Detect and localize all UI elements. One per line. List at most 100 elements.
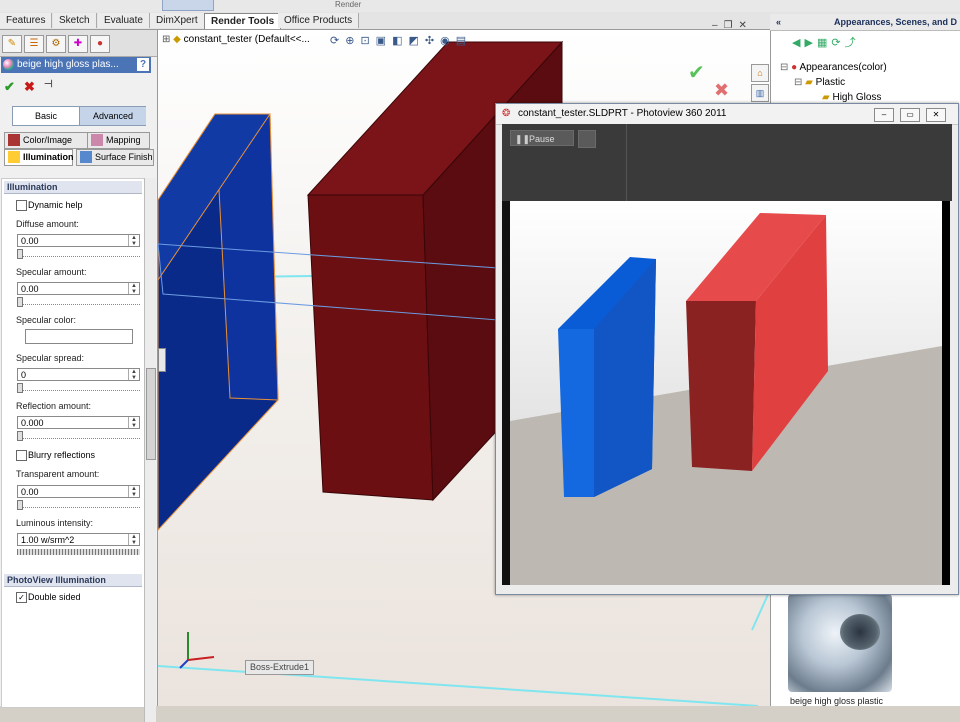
viewport-close-icon[interactable]: ✕ — [739, 20, 753, 31]
tab-color-image-label: Color/Image — [23, 135, 73, 145]
display-style-icon[interactable]: ◧ — [392, 35, 408, 47]
tree-item-plastic[interactable]: ⊟ ▰ Plastic — [794, 77, 845, 88]
transparent-input[interactable]: 0.00 ▲ ▼ — [17, 485, 140, 498]
reflection-input[interactable]: 0.000 ▲ ▼ — [17, 416, 140, 429]
photoview-toolbar-area: ❚❚ Pause — [502, 124, 952, 201]
specular-slider-handle[interactable] — [17, 297, 23, 307]
reflection-slider[interactable] — [17, 431, 140, 441]
viewport-minimize-icon[interactable]: – — [712, 20, 724, 31]
diffuse-slider[interactable] — [17, 249, 140, 259]
close-button[interactable]: ✕ — [926, 108, 946, 122]
collapse-pane-icon[interactable]: « — [776, 14, 781, 30]
add-folder-icon[interactable]: ▦ — [817, 37, 831, 49]
tab-dimxpert[interactable]: DimXpert — [150, 13, 205, 28]
pushpin-icon[interactable]: ⊣ — [44, 79, 53, 90]
specular-spinner[interactable]: ▲ ▼ — [128, 283, 139, 295]
tab-mapping[interactable]: Mapping — [87, 132, 150, 149]
specular-color-swatch[interactable] — [25, 329, 133, 344]
group-photoview-illumination[interactable]: PhotoView Illumination — [4, 574, 142, 587]
specular-spread-slider-handle[interactable] — [17, 383, 23, 393]
ok-check-icon[interactable]: ✔ — [4, 79, 15, 95]
transparent-spinner[interactable]: ▲ ▼ — [128, 486, 139, 498]
help-button[interactable]: ? — [137, 58, 149, 71]
tab-illumination[interactable]: Illumination — [4, 149, 74, 166]
transparent-slider[interactable] — [17, 500, 140, 510]
hide-show-icon[interactable]: ✣ — [425, 35, 440, 47]
specular-spread-value: 0 — [21, 370, 27, 380]
back-icon[interactable]: ◀ — [792, 37, 804, 49]
luminous-input[interactable]: 1.00 w/srm^2 ▲ ▼ — [17, 533, 140, 546]
tab-evaluate[interactable]: Evaluate — [98, 13, 150, 28]
property-manager-icon[interactable]: ☰ — [24, 35, 44, 53]
rotate-icon[interactable]: ⟳ — [330, 35, 345, 47]
diffuse-input[interactable]: 0.00 ▲ ▼ — [17, 234, 140, 247]
folder-icon-gloss: ▰ — [822, 92, 830, 103]
dimxpert-icon[interactable]: ✚ — [68, 35, 88, 53]
appearance-preview-sphere[interactable] — [788, 594, 892, 692]
tree-collapse-icon[interactable]: ⊟ — [780, 62, 788, 73]
reflection-spinner[interactable]: ▲ ▼ — [128, 417, 139, 429]
tree-item-appearances[interactable]: ⊟ ● Appearances(color) — [780, 62, 887, 73]
basic-button[interactable]: Basic — [13, 107, 79, 125]
zoom-icon[interactable]: ⊕ — [345, 35, 360, 47]
expand-icon[interactable]: ⊞ — [162, 34, 170, 45]
zoom-area-icon[interactable]: ⊡ — [360, 35, 375, 47]
photoview-window[interactable]: ❂ constant_tester.SLDPRT - Photoview 360… — [495, 103, 959, 595]
tree-item-high-gloss[interactable]: ▰ High Gloss — [822, 92, 881, 103]
transparent-slider-handle[interactable] — [17, 500, 23, 510]
maximize-button[interactable]: ▭ — [900, 108, 920, 122]
tab-surface-finish[interactable]: Surface Finish — [76, 149, 154, 166]
home-icon[interactable]: ⌂ — [751, 64, 769, 82]
specular-input[interactable]: 0.00 ▲ ▼ — [17, 282, 140, 295]
property-manager: ✎ ☰ ⚙ ✚ ● beige high gloss plas... ? ✔ ✖… — [0, 30, 158, 722]
cancel-x-icon[interactable]: ✖ — [24, 79, 35, 95]
reflection-slider-handle[interactable] — [17, 431, 23, 441]
luminous-spinner[interactable]: ▲ ▼ — [128, 534, 139, 546]
diffuse-slider-handle[interactable] — [17, 249, 23, 259]
section-view-icon[interactable]: ▣ — [376, 35, 392, 47]
dynamic-help-checkbox[interactable] — [16, 200, 27, 211]
red-box-front[interactable] — [307, 194, 434, 501]
viewport-restore-icon[interactable]: ❐ — [724, 20, 739, 31]
diffuse-spinner[interactable]: ▲ ▼ — [128, 235, 139, 247]
up-folder-icon[interactable]: ⤴ — [845, 37, 860, 49]
blurry-reflections-checkbox[interactable] — [16, 450, 27, 461]
triad-x-axis — [187, 656, 215, 661]
specular-spread-spinner[interactable]: ▲ ▼ — [128, 369, 139, 381]
tab-color-image[interactable]: Color/Image — [4, 132, 88, 149]
photoview-title-bar[interactable]: ❂ constant_tester.SLDPRT - Photoview 360… — [496, 104, 958, 125]
feature-tree-icon[interactable]: ✎ — [2, 35, 22, 53]
library-icon[interactable]: ▥ — [751, 84, 769, 102]
luminous-slider[interactable] — [17, 549, 140, 555]
panel-splitter-handle[interactable] — [158, 348, 166, 372]
tab-features[interactable]: Features — [0, 13, 53, 28]
confirm-corner-cancel-icon[interactable]: ✖ — [714, 80, 729, 101]
configuration-icon[interactable]: ⚙ — [46, 35, 66, 53]
advanced-button[interactable]: Advanced — [79, 107, 146, 125]
specular-slider[interactable] — [17, 297, 140, 307]
forward-icon[interactable]: ▶ — [804, 37, 816, 49]
scene-icon[interactable]: ◉ — [440, 35, 456, 47]
render-section-label: Render — [335, 0, 362, 9]
view-orientation-icon[interactable]: ◩ — [408, 35, 424, 47]
scrollbar-thumb[interactable] — [146, 368, 156, 460]
tab-sketch[interactable]: Sketch — [53, 13, 97, 28]
specular-spread-input[interactable]: 0 ▲ ▼ — [17, 368, 140, 381]
appearance-title: beige high gloss plas... — [17, 59, 119, 70]
render-group-tab[interactable] — [162, 0, 214, 11]
options-button[interactable] — [578, 130, 596, 148]
panel-scrollbar[interactable] — [144, 178, 156, 722]
view-settings-icon[interactable]: ▤ — [456, 35, 472, 47]
tab-render-tools[interactable]: Render Tools — [204, 13, 282, 29]
group-illumination[interactable]: Illumination — [4, 181, 142, 194]
specular-spread-slider[interactable] — [17, 383, 140, 393]
appearance-icon[interactable]: ● — [90, 35, 110, 53]
tab-office-products[interactable]: Office Products — [278, 13, 360, 28]
double-sided-checkbox[interactable]: ✓ — [16, 592, 27, 603]
pause-button[interactable]: ❚❚ Pause — [510, 130, 574, 146]
refresh-icon[interactable]: ⟳ — [831, 37, 844, 49]
confirm-corner-check-icon[interactable]: ✔ — [688, 60, 705, 85]
tree-collapse-icon-plastic[interactable]: ⊟ — [794, 77, 802, 88]
feature-breadcrumb[interactable]: ⊞ ◆ constant_tester (Default<<... — [162, 34, 310, 45]
minimize-button[interactable]: – — [874, 108, 894, 122]
